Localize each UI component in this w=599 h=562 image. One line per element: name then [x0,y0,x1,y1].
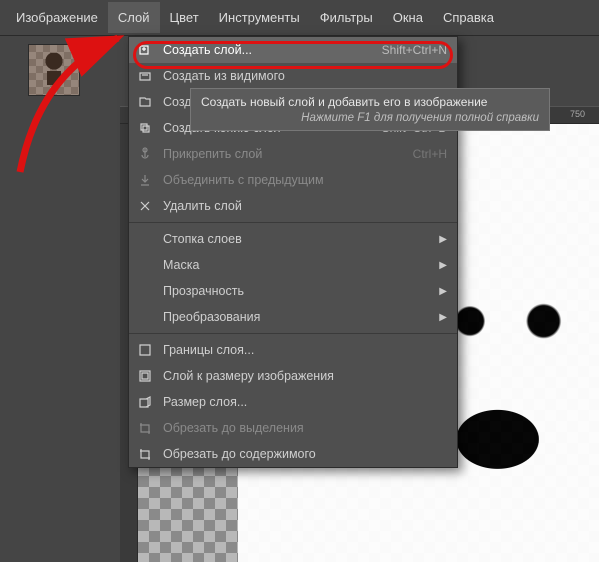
menubar-item-5[interactable]: Окна [383,2,433,33]
menu-item-16: Обрезать до выделения [129,415,457,441]
submenu-arrow-icon: ▶ [439,234,447,245]
menu-item-label: Стопка слоев [163,232,439,246]
resize-icon [135,394,155,410]
menubar-item-6[interactable]: Справка [433,2,504,33]
merge-down-icon [135,172,155,188]
crop-selection-icon [135,420,155,436]
delete-icon [135,198,155,214]
menu-item-9[interactable]: Маска▶ [129,252,457,278]
menubar-item-2[interactable]: Цвет [160,2,209,33]
menubar-item-3[interactable]: Инструменты [209,2,310,33]
menu-item-label: Прозрачность [163,284,439,298]
tooltip: Создать новый слой и добавить его в изоб… [190,88,550,131]
menu-item-5: Объединить с предыдущим [129,167,457,193]
menu-item-8[interactable]: Стопка слоев▶ [129,226,457,252]
layer-thumbnail-panel [28,44,80,96]
menu-item-label: Прикрепить слой [163,147,401,161]
ruler-tick: 750 [570,109,585,119]
menu-item-label: Преобразования [163,310,439,324]
menu-item-label: Объединить с предыдущим [163,173,447,187]
new-layer-icon [135,42,155,58]
crop-content-icon [135,446,155,462]
blank-icon [135,257,155,273]
blank-icon [135,283,155,299]
menu-separator [129,333,457,334]
menu-separator [129,222,457,223]
menu-item-1[interactable]: Создать из видимого [129,63,457,89]
menu-item-label: Создать слой... [163,43,370,57]
menu-item-17[interactable]: Обрезать до содержимого [129,441,457,467]
menubar-item-4[interactable]: Фильтры [310,2,383,33]
menu-item-11[interactable]: Преобразования▶ [129,304,457,330]
menubar: ИзображениеСлойЦветИнструментыФильтрыОкн… [0,0,599,36]
menu-item-label: Маска [163,258,439,272]
boundary-icon [135,342,155,358]
tooltip-hint: Нажмите F1 для получения полной справки [201,112,539,124]
menu-item-15[interactable]: Размер слоя... [129,389,457,415]
menubar-item-1[interactable]: Слой [108,2,160,33]
new-group-icon [135,94,155,110]
menu-item-0[interactable]: Создать слой... Shift+Ctrl+N [129,37,457,63]
layer-thumbnail[interactable] [28,44,80,96]
anchor-icon [135,146,155,162]
menu-item-13[interactable]: Границы слоя... [129,337,457,363]
menubar-item-0[interactable]: Изображение [6,2,108,33]
submenu-arrow-icon: ▶ [439,286,447,297]
menu-item-shortcut: Ctrl+H [413,147,447,161]
tooltip-title: Создать новый слой и добавить его в изоб… [201,95,539,109]
menu-item-label: Размер слоя... [163,395,447,409]
submenu-arrow-icon: ▶ [439,312,447,323]
menu-item-shortcut: Shift+Ctrl+N [382,43,447,57]
duplicate-layer-icon [135,120,155,136]
menu-item-label: Слой к размеру изображения [163,369,447,383]
layer-from-visible-icon [135,68,155,84]
menu-item-14[interactable]: Слой к размеру изображения [129,363,457,389]
fit-icon [135,368,155,384]
submenu-arrow-icon: ▶ [439,260,447,271]
menu-item-10[interactable]: Прозрачность▶ [129,278,457,304]
blank-icon [135,309,155,325]
menu-item-4: Прикрепить слой Ctrl+H [129,141,457,167]
menu-item-label: Обрезать до содержимого [163,447,447,461]
menu-item-label: Обрезать до выделения [163,421,447,435]
blank-icon [135,231,155,247]
menu-item-label: Создать из видимого [163,69,447,83]
menu-item-label: Границы слоя... [163,343,447,357]
menu-item-6[interactable]: Удалить слой [129,193,457,219]
menu-item-label: Удалить слой [163,199,447,213]
